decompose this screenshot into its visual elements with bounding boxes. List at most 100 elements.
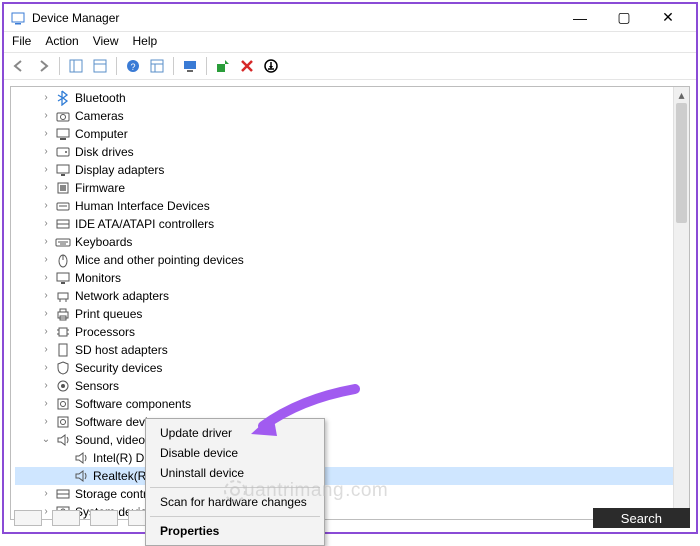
scroll-thumb[interactable] <box>676 103 687 223</box>
expand-icon: › <box>39 361 53 375</box>
software-icon <box>55 396 71 412</box>
tree-item-label: Bluetooth <box>75 89 126 107</box>
tree-item-label: Firmware <box>75 179 125 197</box>
uninstall-button[interactable] <box>236 55 258 77</box>
tree-item[interactable]: ›Display adapters <box>15 161 685 179</box>
network-icon <box>55 288 71 304</box>
sound-icon <box>73 468 89 484</box>
expand-icon: › <box>39 109 53 123</box>
tree-item[interactable]: › Firmware <box>15 179 685 197</box>
expand-icon: › <box>39 343 53 357</box>
tree-item[interactable]: ›Print queues <box>15 305 685 323</box>
tree-child-item[interactable]: Realtek(R) A <box>15 467 685 485</box>
footer-thumbnails <box>10 508 156 528</box>
tree-item[interactable]: ›Network adapters <box>15 287 685 305</box>
disk-icon <box>55 144 71 160</box>
expand-icon: › <box>39 325 53 339</box>
context-properties[interactable]: Properties <box>148 521 322 541</box>
scroll-up-icon[interactable]: ▴ <box>674 87 689 103</box>
tree-item-label: Computer <box>75 125 128 143</box>
computer-icon <box>55 126 71 142</box>
tree-item[interactable]: ›Software components <box>15 395 685 413</box>
device-tree[interactable]: ›Bluetooth›Cameras›Computer›Disk drives›… <box>11 87 689 519</box>
camera-icon <box>55 108 71 124</box>
context-scan-hardware[interactable]: Scan for hardware changes <box>148 492 322 512</box>
thumbnail[interactable] <box>90 510 118 526</box>
tree-item[interactable]: ›Disk drives <box>15 143 685 161</box>
app-icon <box>10 10 26 26</box>
menu-view[interactable]: View <box>93 34 119 48</box>
tree-item-label: SD host adapters <box>75 341 168 359</box>
monitor-icon <box>55 270 71 286</box>
maximize-button[interactable]: ▢ <box>602 4 646 32</box>
tree-item[interactable]: › SD host adapters <box>15 341 685 359</box>
tree-item-sound[interactable]: ⌄Sound, video and game controllers <box>15 431 685 449</box>
expand-icon: › <box>39 127 53 141</box>
svg-text:?: ? <box>130 62 135 72</box>
tree-item[interactable]: ›Sensors <box>15 377 685 395</box>
expand-icon: › <box>39 271 53 285</box>
tree-item-label: Mice and other pointing devices <box>75 251 244 269</box>
collapse-icon: ⌄ <box>39 433 53 447</box>
expand-icon: › <box>39 145 53 159</box>
expander-placeholder <box>57 469 71 483</box>
storage-icon <box>55 486 71 502</box>
minimize-button[interactable]: — <box>558 4 602 32</box>
scan-hardware-button[interactable] <box>179 55 201 77</box>
tree-item-label: Cameras <box>75 107 124 125</box>
tree-item[interactable]: › IDE ATA/ATAPI controllers <box>15 215 685 233</box>
tree-item[interactable]: › Human Interface Devices <box>15 197 685 215</box>
context-menu: Update driver Disable device Uninstall d… <box>145 418 325 546</box>
tree-item[interactable]: › Computer <box>15 125 685 143</box>
tree-item-label: IDE ATA/ATAPI controllers <box>75 215 214 233</box>
cpu-icon <box>55 324 71 340</box>
context-disable-device[interactable]: Disable device <box>148 443 322 463</box>
console-tree-button[interactable] <box>146 55 168 77</box>
vertical-scrollbar[interactable]: ▴ ▾ <box>673 87 689 519</box>
close-button[interactable]: ✕ <box>646 4 690 32</box>
menu-file[interactable]: File <box>12 34 31 48</box>
software-icon <box>55 414 71 430</box>
tree-item-label: Security devices <box>75 359 162 377</box>
context-update-driver[interactable]: Update driver <box>148 423 322 443</box>
tree-item[interactable]: ›Storage contro <box>15 485 685 503</box>
expand-icon: › <box>39 91 53 105</box>
tree-item[interactable]: › Security devices <box>15 359 685 377</box>
thumbnail[interactable] <box>14 510 42 526</box>
tree-item-label: Sensors <box>75 377 119 395</box>
update-driver-button[interactable] <box>212 55 234 77</box>
tree-item-label: Human Interface Devices <box>75 197 210 215</box>
menu-action[interactable]: Action <box>45 34 78 48</box>
search-button[interactable]: Search <box>593 508 690 528</box>
tree-item[interactable]: › Bluetooth <box>15 89 685 107</box>
tree-item[interactable]: ›Monitors <box>15 269 685 287</box>
tree-item[interactable]: ›Software devices <box>15 413 685 431</box>
tree-item[interactable]: › Cameras <box>15 107 685 125</box>
thumbnail[interactable] <box>52 510 80 526</box>
menu-help[interactable]: Help <box>133 34 158 48</box>
expand-icon: › <box>39 199 53 213</box>
properties-button[interactable] <box>89 55 111 77</box>
expand-icon: › <box>39 487 53 501</box>
expand-icon: › <box>39 217 53 231</box>
expander-placeholder <box>57 451 71 465</box>
display-icon <box>55 162 71 178</box>
context-uninstall-device[interactable]: Uninstall device <box>148 463 322 483</box>
tree-child-item[interactable]: Intel(R) Display Audio <box>15 449 685 467</box>
security-icon <box>55 360 71 376</box>
tree-item-label: Display adapters <box>75 161 164 179</box>
expand-icon: › <box>39 181 53 195</box>
expand-icon: › <box>39 253 53 267</box>
tree-item[interactable]: ›Processors <box>15 323 685 341</box>
tree-item[interactable]: ›Keyboards <box>15 233 685 251</box>
menu-separator <box>150 487 320 488</box>
tree-item[interactable]: › Mice and other pointing devices <box>15 251 685 269</box>
help-button[interactable]: ? <box>122 55 144 77</box>
expand-icon: › <box>39 415 53 429</box>
hid-icon <box>55 198 71 214</box>
show-hide-tree-button[interactable] <box>65 55 87 77</box>
disable-button[interactable] <box>260 55 282 77</box>
forward-button[interactable] <box>32 55 54 77</box>
expand-icon: › <box>39 289 53 303</box>
back-button[interactable] <box>8 55 30 77</box>
